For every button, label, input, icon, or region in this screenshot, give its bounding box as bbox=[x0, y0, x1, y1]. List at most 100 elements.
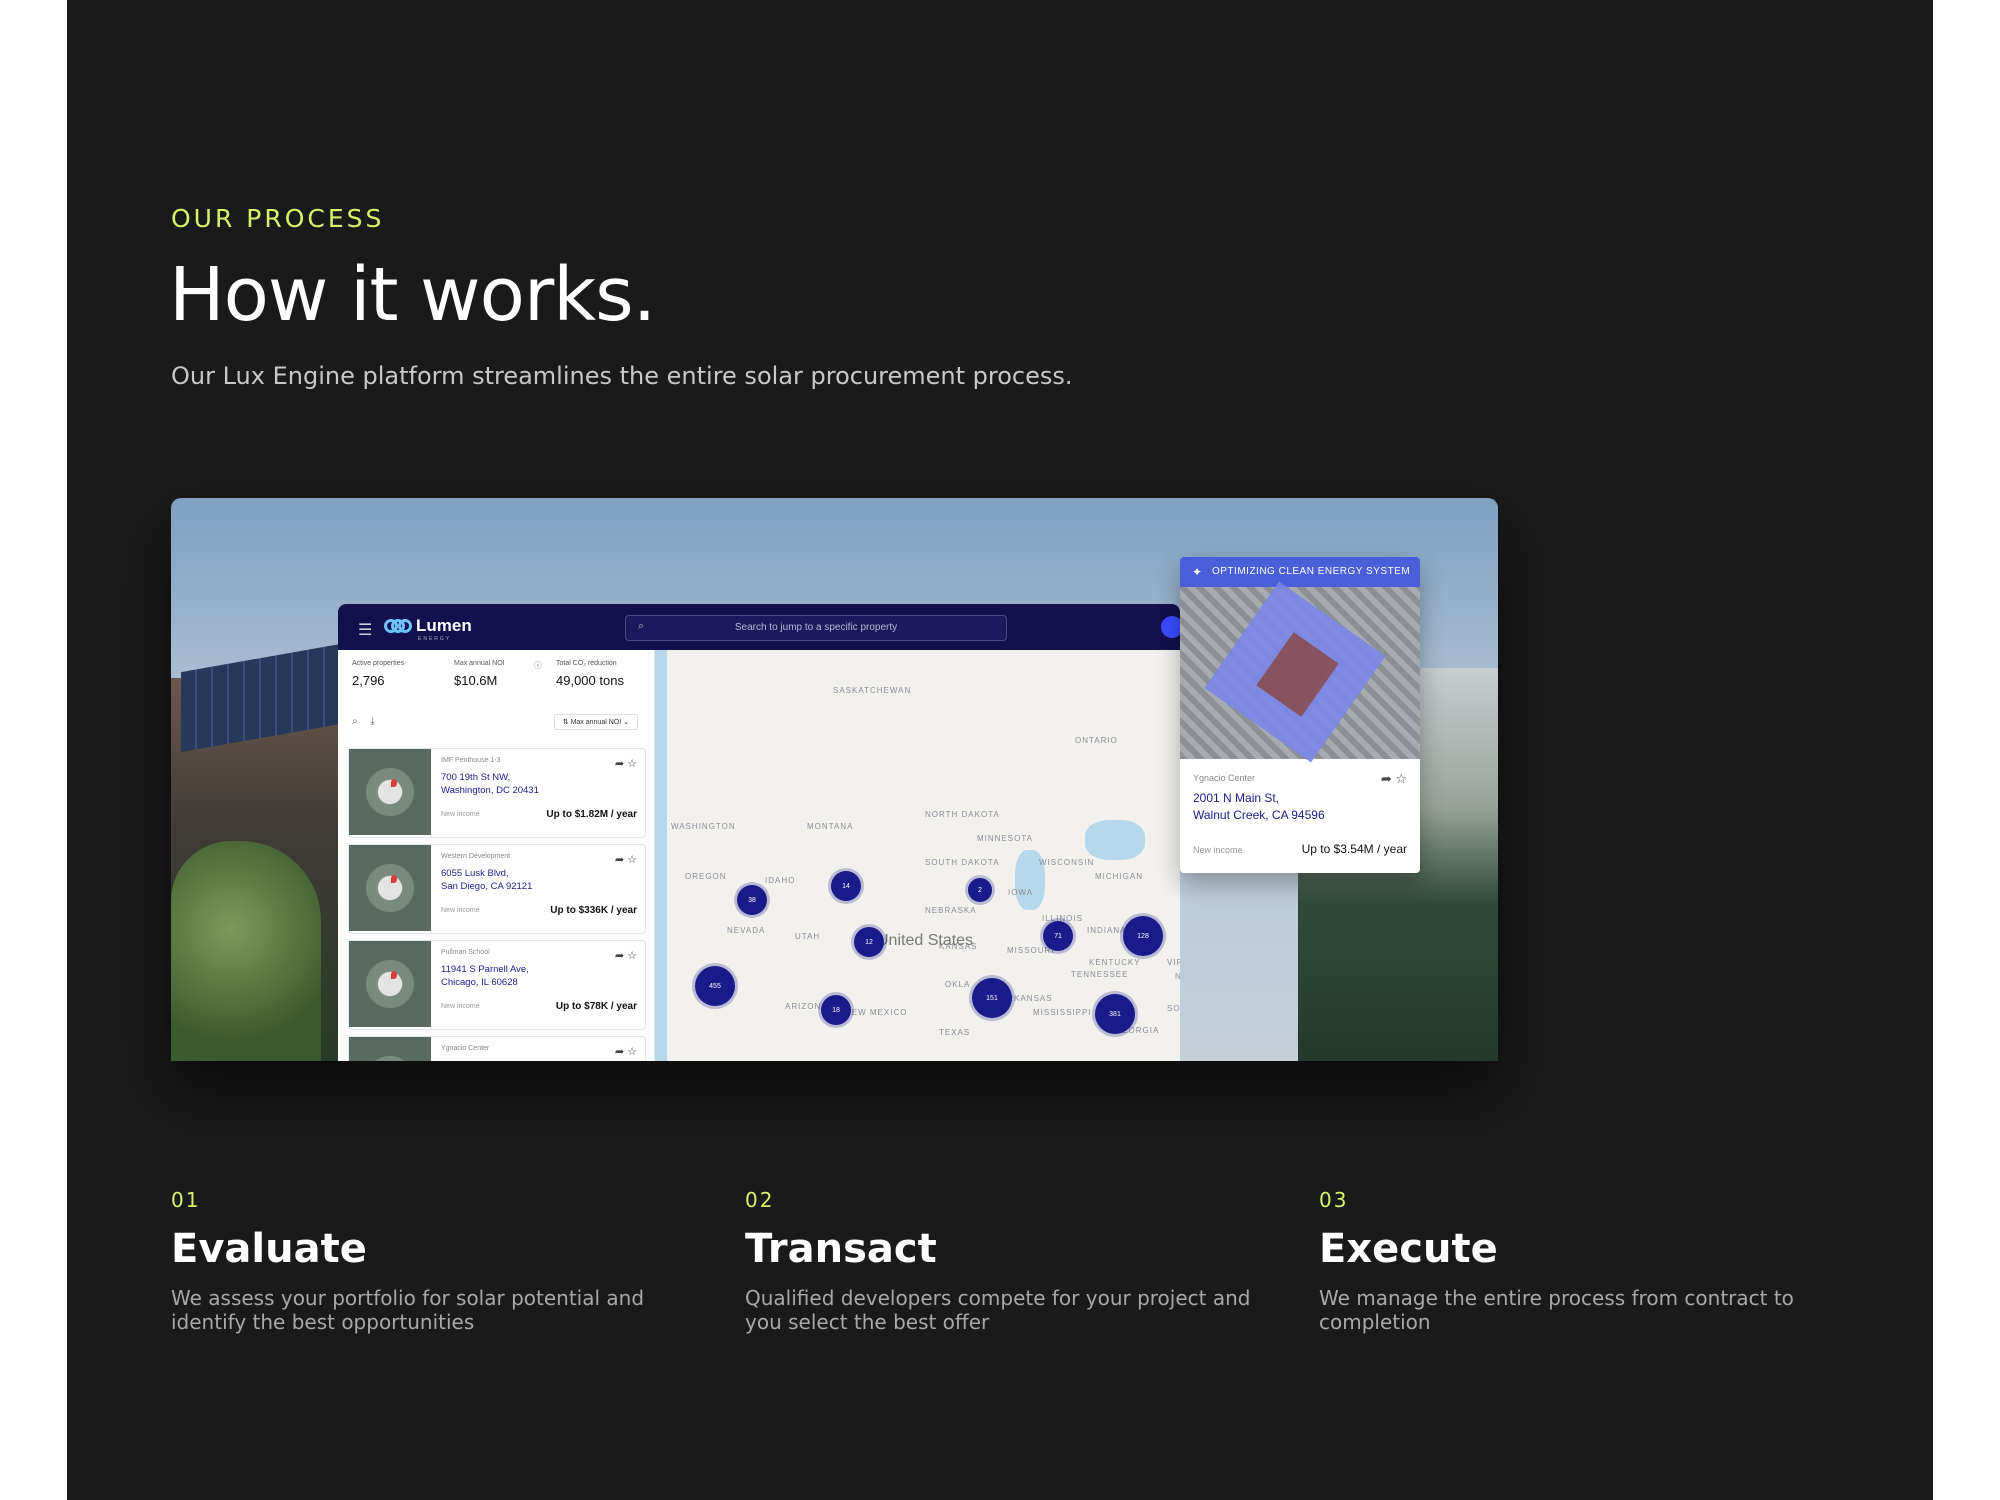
map-pin-icon bbox=[391, 875, 397, 883]
user-avatar[interactable] bbox=[1161, 616, 1180, 638]
step-description: Qualified developers compete for your pr… bbox=[745, 1286, 1251, 1334]
share-icon[interactable]: ➦ bbox=[615, 758, 624, 770]
map-region-label: OREGON bbox=[685, 872, 727, 881]
map-region-label: IDAHO bbox=[765, 876, 796, 885]
star-icon[interactable]: ☆ bbox=[627, 758, 637, 770]
popup-income-value: Up to $3.54M / year bbox=[1301, 842, 1407, 856]
property-search-input[interactable]: ⌕ Search to jump to a specific property bbox=[625, 615, 1007, 641]
income-label: New income bbox=[441, 907, 480, 914]
satellite-image bbox=[1180, 581, 1420, 763]
property-card[interactable]: Pullman School 11941 S Parnell Ave, Chic… bbox=[348, 940, 646, 1030]
property-name: Pullman School bbox=[441, 949, 490, 956]
property-popup[interactable]: ✦ OPTIMIZING CLEAN ENERGY SYSTEM Ygnacio… bbox=[1180, 557, 1420, 873]
property-actions: ➦ ☆ bbox=[615, 853, 637, 866]
step-title: Transact bbox=[745, 1226, 937, 1272]
stat-max-annual-noi: Max annual NOI $10.6M bbox=[454, 660, 505, 688]
popup-header: ✦ OPTIMIZING CLEAN ENERGY SYSTEM bbox=[1180, 557, 1420, 587]
search-icon[interactable]: ⌕ bbox=[352, 716, 358, 727]
popup-income-label: New income bbox=[1193, 845, 1243, 855]
map-region-label: NEW MEXICO bbox=[845, 1008, 908, 1017]
building-photo-left bbox=[171, 643, 341, 1061]
section-subtitle: Our Lux Engine platform streamlines the … bbox=[171, 362, 1073, 390]
property-card[interactable]: IMF Penthouse 1-3 700 19th St NW, Washin… bbox=[348, 748, 646, 838]
map-region-label: WISCONSIN bbox=[1039, 858, 1095, 867]
property-thumbnail bbox=[349, 941, 431, 1027]
income-value: Up to $78K / year bbox=[555, 1001, 637, 1012]
income-label: New income bbox=[441, 811, 480, 818]
map-region-label: TENNESSEE bbox=[1071, 970, 1129, 979]
star-icon[interactable]: ☆ bbox=[1395, 771, 1407, 786]
map-region-label: NORTH CAROLINA bbox=[1175, 972, 1180, 981]
coast bbox=[655, 650, 667, 1061]
share-icon[interactable]: ➦ bbox=[615, 950, 624, 962]
map-region-label: NEBRASKA bbox=[925, 906, 977, 915]
map-region-label: SOUTH CAROLINA bbox=[1167, 1004, 1180, 1013]
property-address: 6055 Lusk Blvd, San Diego, CA 92121 bbox=[441, 868, 533, 892]
popup-header-text: OPTIMIZING CLEAN ENERGY SYSTEM bbox=[1212, 566, 1411, 577]
star-icon[interactable]: ☆ bbox=[627, 950, 637, 962]
property-name: Ygnacio Center bbox=[441, 1045, 490, 1052]
step-number: 02 bbox=[745, 1188, 775, 1212]
map-cluster-marker[interactable]: 12 bbox=[854, 927, 884, 957]
stat-value: 2,796 bbox=[352, 673, 385, 688]
logo-subtext: ENERGY bbox=[418, 636, 452, 642]
map-region-label: MICHIGAN bbox=[1095, 872, 1143, 881]
map-cluster-marker[interactable]: 455 bbox=[695, 966, 735, 1006]
map-region-label: MONTANA bbox=[807, 822, 854, 831]
map-region-label: ONTARIO bbox=[1075, 736, 1118, 745]
popup-property-name: Ygnacio Center bbox=[1193, 773, 1256, 783]
hamburger-menu-icon[interactable]: ☰ bbox=[358, 620, 372, 640]
logo-text: Lumen bbox=[416, 616, 472, 635]
property-thumbnail bbox=[349, 749, 431, 835]
map-region-label: UTAH bbox=[795, 932, 821, 941]
info-icon[interactable]: ⓘ bbox=[534, 660, 542, 671]
popup-actions: ➦ ☆ bbox=[1381, 771, 1407, 787]
chevron-down-icon: ⌄ bbox=[623, 719, 629, 726]
property-list-panel: Active properties 2,796 Max annual NOI $… bbox=[338, 650, 655, 1061]
download-icon[interactable]: ⤓ bbox=[370, 716, 374, 727]
sort-dropdown[interactable]: ⇅ Max annual NOI ⌄ bbox=[553, 714, 638, 730]
stat-label: Max annual NOI bbox=[454, 660, 505, 667]
property-card[interactable]: Western Development 6055 Lusk Blvd, San … bbox=[348, 844, 646, 934]
share-icon[interactable]: ➦ bbox=[1381, 771, 1392, 786]
step-title: Evaluate bbox=[171, 1226, 367, 1272]
step-title: Execute bbox=[1319, 1226, 1498, 1272]
map-cluster-marker[interactable]: 381 bbox=[1095, 994, 1135, 1034]
product-screenshot: ☰ Lumen ENERGY ⌕ Search to jump to a spe… bbox=[171, 498, 1498, 1061]
property-actions: ➦ ☆ bbox=[615, 949, 637, 962]
star-icon[interactable]: ☆ bbox=[627, 854, 637, 866]
map-region-label: VIRGINIA bbox=[1167, 958, 1180, 967]
step-description: We assess your portfolio for solar poten… bbox=[171, 1286, 645, 1334]
map-cluster-marker[interactable]: 151 bbox=[972, 978, 1012, 1018]
lumen-logo[interactable]: Lumen bbox=[384, 616, 472, 636]
search-placeholder: Search to jump to a specific property bbox=[734, 622, 898, 633]
property-actions: ➦ ☆ bbox=[615, 757, 637, 770]
list-tools: ⌕ ⤓ bbox=[352, 716, 375, 727]
map-cluster-marker[interactable]: 18 bbox=[821, 995, 851, 1025]
map-cluster-marker[interactable]: 2 bbox=[968, 878, 992, 902]
map-cluster-marker[interactable]: 38 bbox=[737, 885, 767, 915]
map-cluster-marker[interactable]: 14 bbox=[831, 871, 861, 901]
sparkle-icon: ✦ bbox=[1192, 565, 1203, 579]
property-address: 700 19th St NW, Washington, DC 20431 bbox=[441, 772, 539, 796]
section-title: How it works. bbox=[169, 252, 656, 338]
solar-panels bbox=[181, 643, 341, 753]
map-region-label: SASKATCHEWAN bbox=[833, 686, 912, 695]
map-region-label: SOUTH DAKOTA bbox=[925, 858, 1000, 867]
property-thumbnail bbox=[349, 1037, 431, 1061]
property-actions: ➦ ☆ bbox=[615, 1045, 637, 1058]
app-window: ☰ Lumen ENERGY ⌕ Search to jump to a spe… bbox=[338, 604, 1180, 1061]
step-number: 01 bbox=[171, 1188, 201, 1212]
map-cluster-marker[interactable]: 128 bbox=[1123, 916, 1163, 956]
map-region-label: TEXAS bbox=[939, 1028, 971, 1037]
star-icon[interactable]: ☆ bbox=[627, 1046, 637, 1058]
share-icon[interactable]: ➦ bbox=[615, 854, 624, 866]
share-icon[interactable]: ➦ bbox=[615, 1046, 624, 1058]
step-description: We manage the entire process from contra… bbox=[1319, 1286, 1794, 1334]
property-card[interactable]: Ygnacio Center ➦ ☆ bbox=[348, 1036, 646, 1061]
stat-value: $10.6M bbox=[454, 673, 498, 688]
map-region-label: NEVADA bbox=[727, 926, 766, 935]
map-cluster-marker[interactable]: 71 bbox=[1043, 921, 1073, 951]
map-region-label: WASHINGTON bbox=[671, 822, 736, 831]
property-map[interactable]: SASKATCHEWAN ONTARIO WASHINGTON MONTANA NORT… bbox=[655, 650, 1180, 1061]
